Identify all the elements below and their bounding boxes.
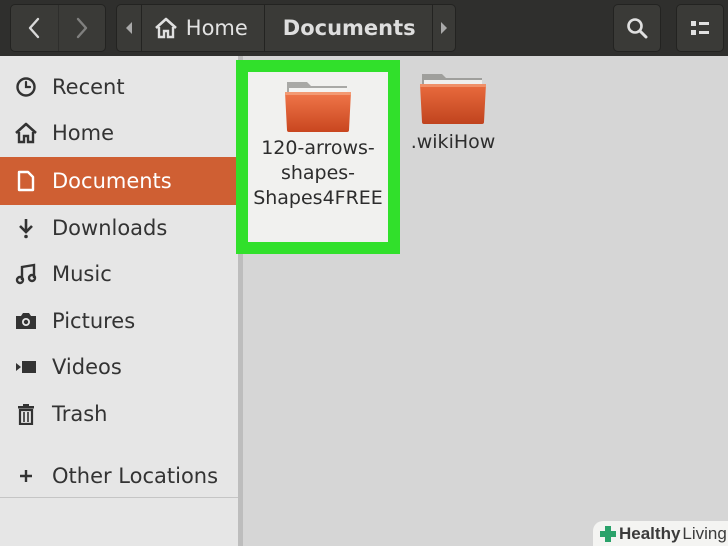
cross-logo-icon (600, 525, 616, 542)
plus-icon (20, 470, 32, 482)
sidebar-item-videos[interactable]: Videos (0, 344, 238, 390)
sidebar: Recent Home Documents Downloads Music Pi… (0, 56, 238, 546)
folder-name: .wikiHow (410, 131, 496, 153)
home-icon (15, 122, 37, 144)
camera-icon (16, 313, 36, 329)
sidebar-item-home[interactable]: Home (0, 110, 238, 156)
folder-item-selected[interactable]: 120-arrows-shapes-Shapes4FREE (236, 60, 400, 254)
sidebar-item-label: Home (52, 121, 115, 145)
sidebar-item-downloads[interactable]: Downloads (0, 205, 238, 251)
triangle-left-icon (125, 22, 132, 34)
sidebar-item-other-locations[interactable]: Other Locations (0, 453, 238, 499)
navigation-buttons (10, 4, 106, 52)
sidebar-item-pictures[interactable]: Pictures (0, 298, 238, 344)
triangle-right-icon (440, 22, 447, 34)
path-bar: Home Documents (116, 4, 456, 52)
clock-icon (16, 77, 36, 97)
path-scroll-left-button[interactable] (117, 5, 142, 51)
search-button[interactable] (613, 4, 661, 52)
watermark-text-primary: Healthy (619, 523, 681, 543)
sidebar-item-label: Music (52, 262, 112, 286)
trash-icon (18, 404, 34, 425)
sidebar-item-trash[interactable]: Trash (0, 391, 238, 437)
folder-name: 120-arrows-shapes-Shapes4FREE (253, 137, 383, 209)
view-options-icon (691, 21, 709, 35)
sidebar-item-label: Videos (52, 355, 122, 379)
forward-button[interactable] (57, 5, 105, 51)
folder-icon (285, 82, 351, 132)
view-options-button[interactable] (676, 4, 724, 52)
breadcrumb-documents[interactable]: Documents (265, 5, 432, 51)
sidebar-item-label: Documents (52, 169, 172, 193)
header-bar: Home Documents (0, 0, 728, 56)
folder-item[interactable]: .wikiHow (401, 68, 505, 188)
video-icon (16, 361, 36, 373)
sidebar-item-label: Pictures (52, 309, 136, 333)
sidebar-item-recent[interactable]: Recent (0, 64, 238, 110)
document-icon (17, 170, 35, 192)
search-icon (627, 18, 648, 39)
sidebar-item-label: Trash (52, 402, 108, 426)
watermark-logo: Healthy Living (593, 521, 728, 546)
sidebar-item-label: Recent (52, 75, 125, 99)
breadcrumb-documents-label: Documents (282, 16, 416, 40)
sidebar-item-documents[interactable]: Documents (0, 157, 238, 205)
chevron-left-icon (29, 17, 40, 39)
breadcrumb-home[interactable]: Home (142, 5, 265, 51)
sidebar-item-label: Other Locations (52, 464, 219, 488)
folder-icon (420, 74, 486, 124)
watermark-text-secondary: Living (682, 523, 727, 543)
path-scroll-right-button[interactable] (431, 5, 455, 51)
home-icon (154, 17, 177, 39)
chevron-right-icon (76, 17, 88, 39)
download-icon (19, 219, 33, 239)
music-icon (15, 263, 37, 285)
file-view: 120-arrows-shapes-Shapes4FREE .wikiHow (236, 56, 728, 546)
breadcrumb-home-label: Home (185, 16, 248, 40)
sidebar-item-music[interactable]: Music (0, 251, 238, 297)
sidebar-item-label: Downloads (52, 216, 168, 240)
back-button[interactable] (11, 5, 58, 51)
